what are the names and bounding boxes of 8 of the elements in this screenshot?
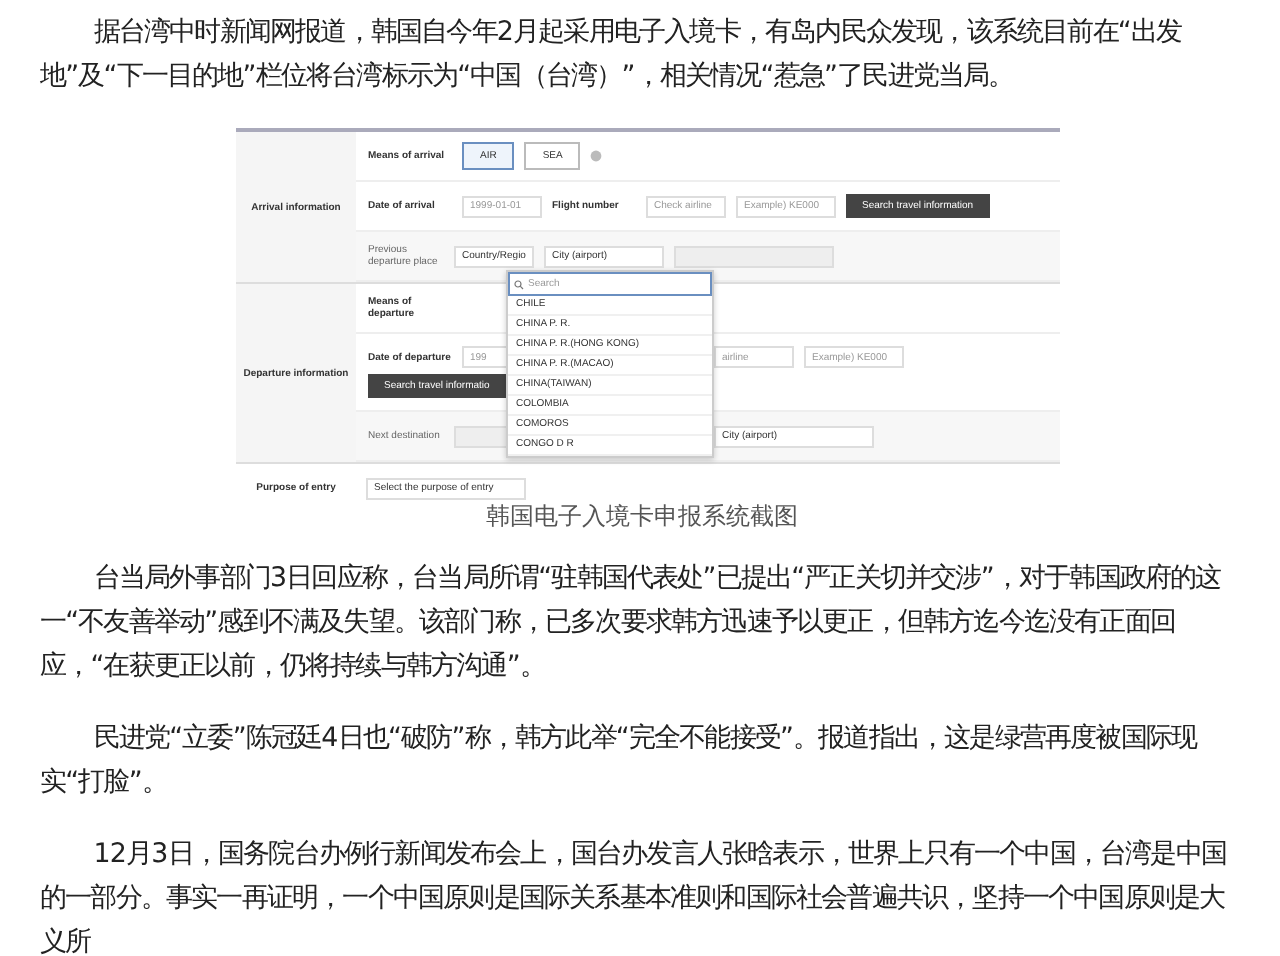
search-icon xyxy=(514,279,524,289)
info-icon xyxy=(590,150,603,162)
article-paragraph: 台当局外事部门3日回应称，台当局所谓“驻韩国代表处”已提出“严正关切并交涉”，对于韩国政府的这一“不友善举动”感到不满及失望。该部门称，已多次要求韩方迅速予以更正，但韩方迄今迄没有正面回应，“在获更正以前，仍将持续与韩方沟通”。 xyxy=(40,561,1223,686)
article-paragraph: 民进党“立委”陈冠廷4日也“破防”称，韩方此举“完全不能接受”。报道指出，这是绿营再度被国际现实“打脸”。 xyxy=(40,721,1200,802)
article-paragraph: 12月3日，国务院台办例行新闻发布会上，国台办发言人张晗表示，世界上只有一个中国，台湾是中国的一部分。事实一再证明，一个中国原则是国际关系基本准则和国际社会普遍共识，坚持一个中国原则是大义所 xyxy=(40,837,1228,956)
input-field[interactable] xyxy=(674,245,834,267)
figure-caption: 韩国电子入境卡申报系统截图 xyxy=(484,500,800,534)
article-paragraph: 据台湾中时新闻网报道，韩国自今年2月起采用电子入境卡，有岛内民众发现，该系统目前在“出发地”及“下一目的地”栏位将台湾标示为“中国（台湾）”，相关情况“惹急”了民进党当局。 xyxy=(40,15,1184,96)
